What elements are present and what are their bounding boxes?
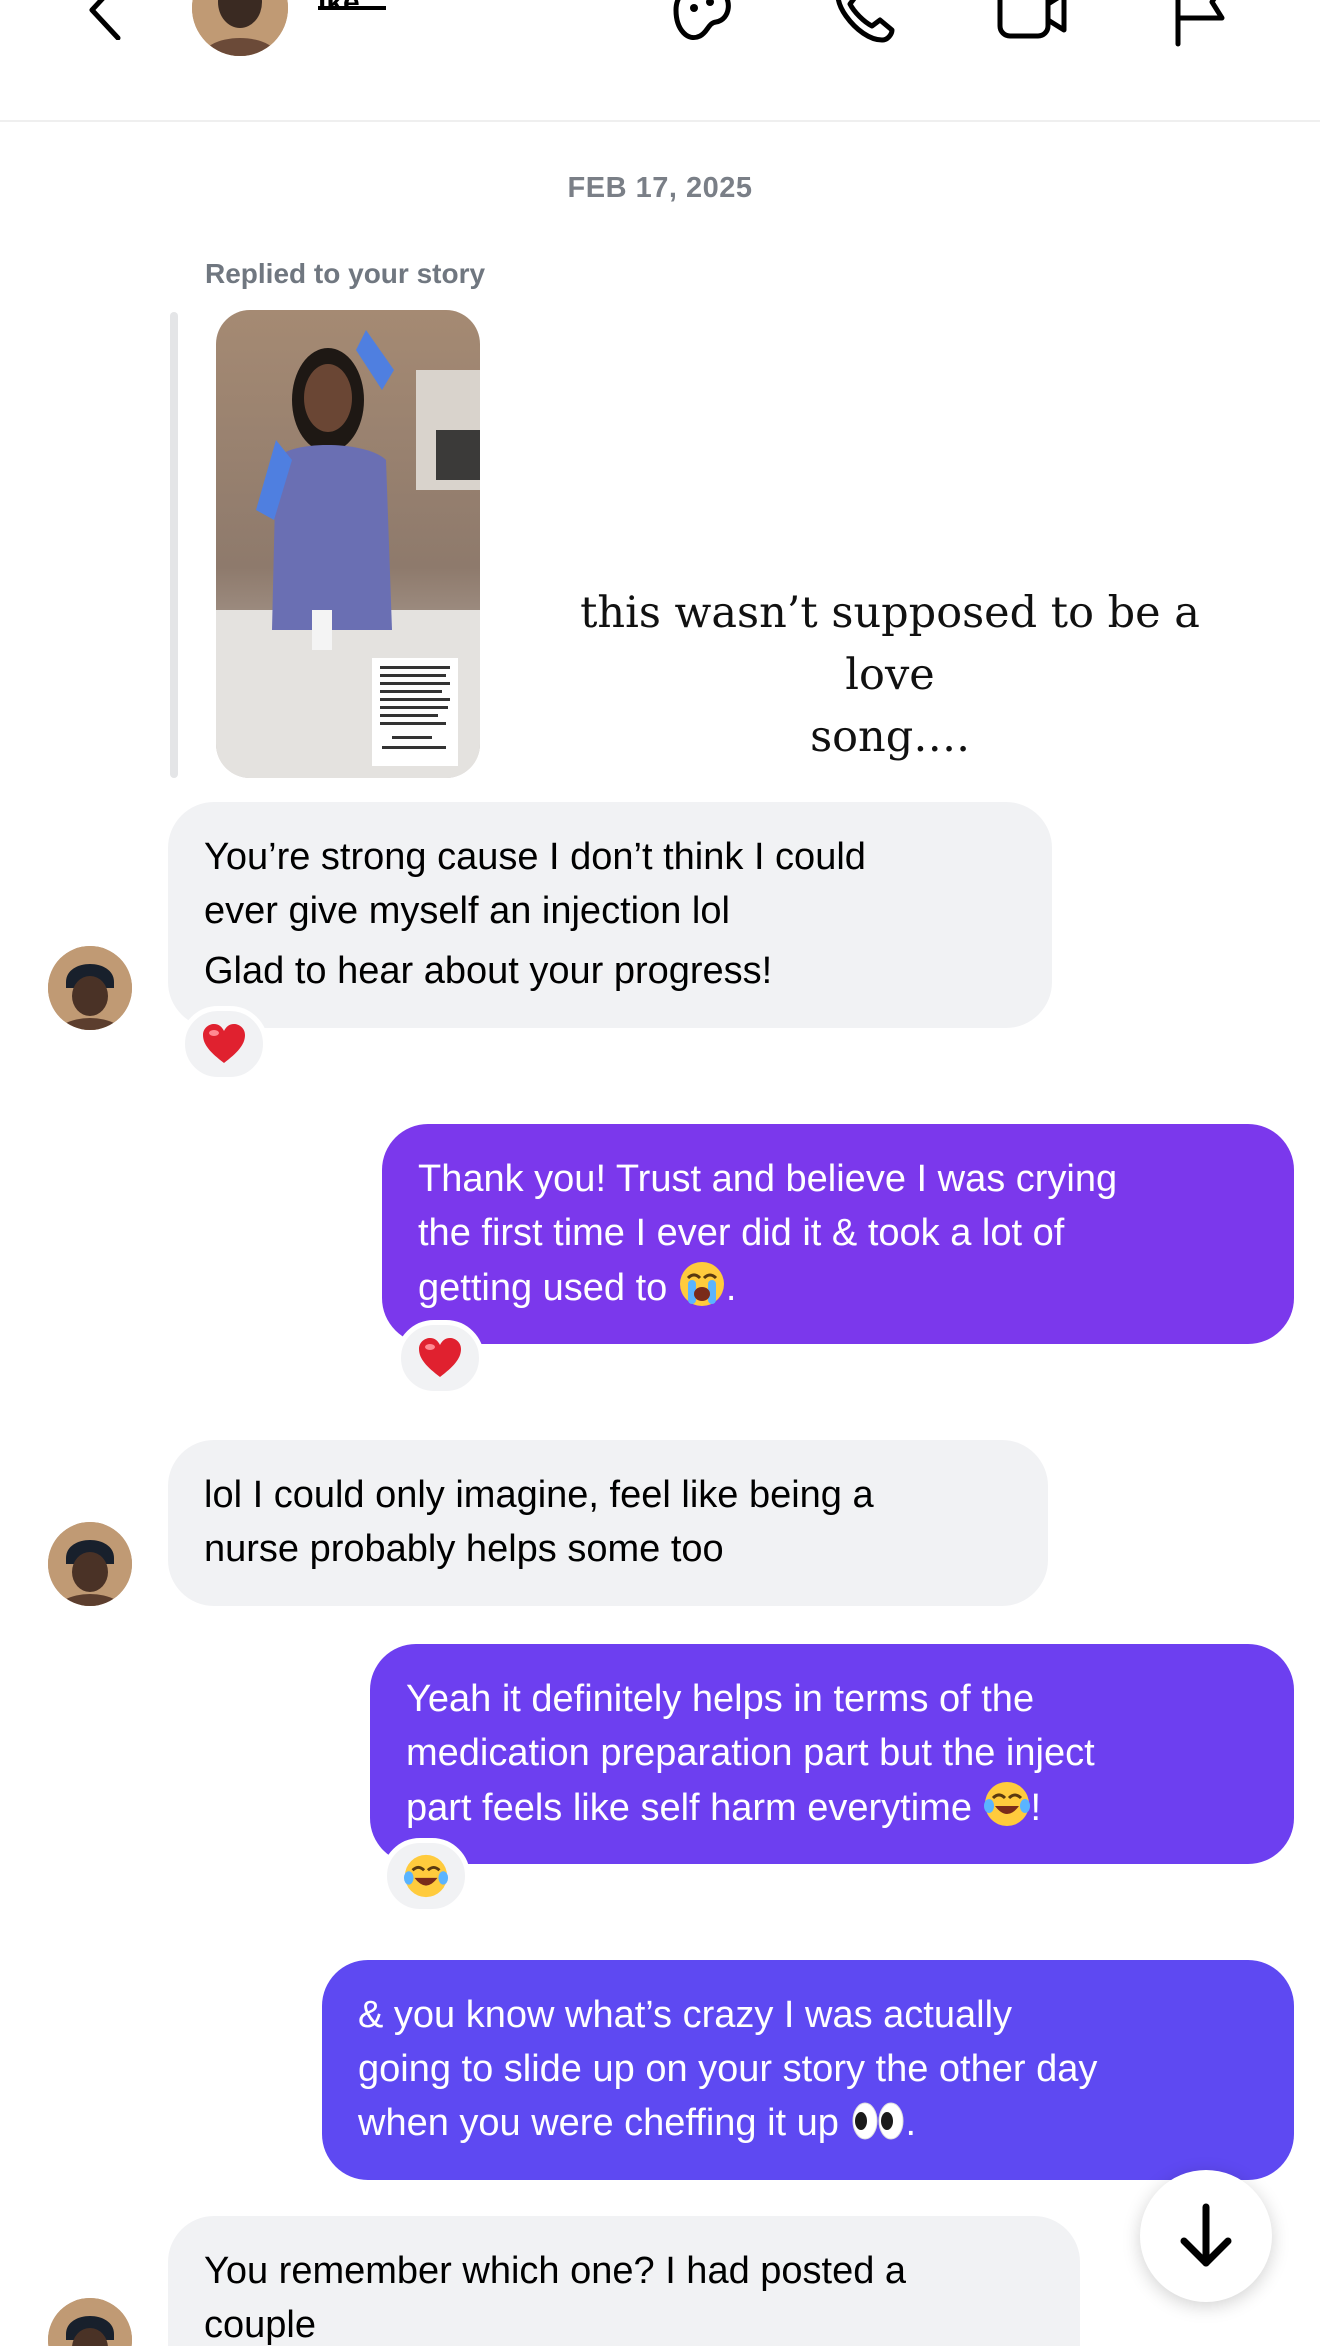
message-line: You remember which one? I had posted a [204,2250,907,2292]
phone-icon [835,0,895,43]
message-line: going to slide up on your story the othe… [358,2048,1098,2090]
message-line: ever give myself an injection lol [204,890,730,932]
date-separator: FEB 17, 2025 [567,172,753,204]
thread-header: ike [0,0,1320,122]
message-line: & you know what’s crazy I was actually [358,1994,1013,2036]
heart-reaction-icon [203,1024,245,1063]
message-line: nurse probably helps some too [204,1528,724,1570]
reaction-badge[interactable] [396,1320,484,1396]
back-chevron-icon [89,0,121,41]
loudly-crying-face-icon [678,1260,726,1323]
story-reply-caption: Replied to your story [205,258,486,289]
scroll-to-bottom-button[interactable] [1140,2170,1272,2302]
message-line: Yeah it definitely helps in terms of the [406,1678,1035,1720]
story-text-line: this wasn’t supposed to be a love [580,588,1200,700]
message-line: You’re strong cause I don’t think I coul… [204,836,866,878]
message-line: the first time I ever did it & took a lo… [418,1212,1065,1254]
avatar-effects-icon [673,0,731,40]
outgoing-message-bubble[interactable]: Yeah it definitely helps in terms of the… [370,1644,1294,1864]
story-text-line: song…. [810,712,970,762]
dm-thread-screen: ike FEB 17, 2025 Rep [0,0,1320,2346]
message-line-with-emoji: when you were cheffing it up . [358,2096,1258,2158]
sender-avatar[interactable] [48,946,132,1030]
message-line-text: part feels like self harm everytime [406,1787,983,1829]
message-line-text: getting used to [418,1267,678,1309]
story-reply-bar [170,312,178,778]
outgoing-message-bubble[interactable]: & you know what’s crazy I was actually g… [322,1960,1294,2180]
message-line: Thank you! Trust and believe I was cryin… [418,1158,1118,1200]
eyes-icon [850,2099,906,2158]
back-button[interactable] [80,0,130,41]
message-line-text: when you were cheffing it up [358,2102,850,2144]
heart-reaction-icon [419,1338,461,1377]
reaction-badge[interactable] [180,1006,268,1082]
sender-avatar[interactable] [48,2298,132,2346]
contact-avatar[interactable] [192,0,288,56]
message-line: Glad to hear about your progress! [204,950,773,992]
video-call-button[interactable] [990,0,1074,54]
message-line-with-emoji: part feels like self harm everytime ! [406,1780,1258,1843]
story-text-overlay: this wasn’t supposed to be a love song…. [540,582,1240,768]
message-line-text: . [905,2102,917,2144]
incoming-message-bubble[interactable]: lol I could only imagine, feel like bein… [168,1440,1048,1606]
message-line: couple [204,2304,316,2346]
message-line-text: ! [1030,1787,1042,1829]
avatar-effects-button[interactable] [660,0,744,54]
outgoing-message-bubble[interactable]: Thank you! Trust and believe I was cryin… [382,1124,1294,1344]
audio-call-button[interactable] [822,0,906,54]
tears-of-joy-icon [983,1780,1031,1843]
message-line-with-emoji: getting used to . [418,1260,1258,1323]
story-thumbnail[interactable] [216,310,480,778]
arrow-down-icon [1180,2203,1232,2267]
tears-of-joy-reaction-icon [403,1854,449,1898]
report-button[interactable] [1160,0,1244,54]
video-icon [997,0,1067,39]
incoming-message-bubble[interactable]: You’re strong cause I don’t think I coul… [168,802,1052,1028]
message-line-text: . [725,1267,737,1309]
username-underline [318,6,386,10]
flag-icon [1175,0,1225,47]
message-line: lol I could only imagine, feel like bein… [204,1474,874,1516]
reaction-badge[interactable] [382,1838,470,1914]
sender-avatar[interactable] [48,1522,132,1606]
incoming-message-bubble[interactable]: You remember which one? I had posted a c… [168,2216,1080,2346]
message-line: medication preparation part but the inje… [406,1732,1095,1774]
